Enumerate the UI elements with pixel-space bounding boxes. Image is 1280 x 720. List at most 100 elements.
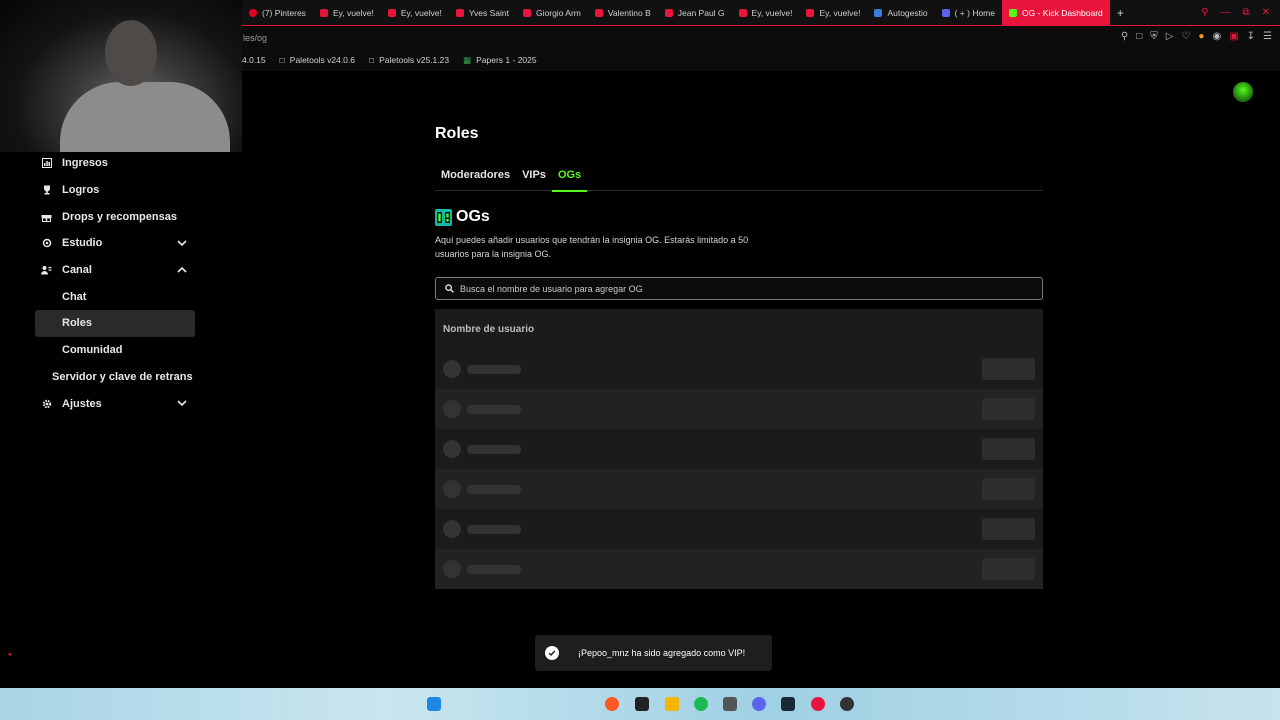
webcam-person-head xyxy=(105,20,157,86)
skeleton-avatar xyxy=(443,440,461,458)
url-field[interactable]: les/og xyxy=(243,33,267,43)
sidebar-item-ajustes[interactable]: Ajustes xyxy=(35,390,195,417)
roles-tabs: Moderadores VIPs OGs xyxy=(435,169,1043,192)
webcam-overlay xyxy=(0,0,242,152)
browser-tab-active[interactable]: OG - Kick Dashboard xyxy=(1002,0,1110,25)
tab-label: Valentino B xyxy=(607,7,651,18)
tab-favicon-icon xyxy=(594,8,603,17)
app-icon[interactable] xyxy=(840,697,854,711)
calculator-icon[interactable] xyxy=(723,697,737,711)
extension-icon[interactable]: ● xyxy=(1198,31,1204,42)
search-input[interactable] xyxy=(460,283,1020,294)
sidebar-item-label: Roles xyxy=(62,317,92,330)
tab-favicon-icon xyxy=(455,8,464,17)
main-content: Roles Moderadores VIPs OGs OGs Aquí pued… xyxy=(435,125,1043,589)
bookmark[interactable]: □ Paletools v25.1.23 xyxy=(369,55,449,65)
gift-icon xyxy=(41,211,52,222)
skeleton-avatar xyxy=(443,480,461,498)
lock-icon[interactable]: ▣ xyxy=(1229,31,1238,42)
search-icon[interactable]: ⚲ xyxy=(1201,7,1208,18)
discord-icon[interactable] xyxy=(752,697,766,711)
heart-icon[interactable]: ♡ xyxy=(1181,31,1190,42)
skeleton-avatar xyxy=(443,560,461,578)
og-badge-icon xyxy=(435,208,452,226)
skeleton-text xyxy=(467,565,521,574)
tab-favicon-icon xyxy=(387,8,396,17)
skeleton-button xyxy=(982,558,1035,580)
sidebar-item-chat[interactable]: Chat xyxy=(35,283,195,310)
bookmark[interactable]: □ Paletools v24.0.6 xyxy=(280,55,355,65)
sidebar-item-ingresos[interactable]: Ingresos xyxy=(35,150,195,177)
browser-tab[interactable]: Yves Saint xyxy=(449,0,516,25)
new-tab-icon[interactable]: + xyxy=(1110,0,1131,25)
app-icon[interactable] xyxy=(635,697,649,711)
tab-favicon-icon xyxy=(319,8,328,17)
gear-icon xyxy=(41,398,52,409)
chevron-down-icon[interactable] xyxy=(177,238,187,248)
tab-favicon-icon xyxy=(874,8,883,17)
tab-vips[interactable]: VIPs xyxy=(516,169,552,191)
sidebar-item-label: Drops y recompensas xyxy=(62,210,177,223)
bookmark-label: Paletools v25.1.23 xyxy=(379,55,450,65)
pin-icon[interactable]: ⚲ xyxy=(1121,31,1128,42)
browser-tab[interactable]: Jean Paul G xyxy=(658,0,732,25)
tab-favicon-icon xyxy=(738,8,747,17)
minimize-icon[interactable]: — xyxy=(1220,7,1230,18)
tab-label: Giorgio Arm xyxy=(536,7,581,18)
section-title: OGs xyxy=(456,208,490,225)
browser-tab[interactable]: Autogestio xyxy=(867,0,934,25)
skeleton-button xyxy=(982,478,1035,500)
table-row-skeleton xyxy=(435,429,1043,469)
sidebar-item-logros[interactable]: Logros xyxy=(35,177,195,204)
check-circle-icon xyxy=(545,646,559,660)
sidebar-item-drops[interactable]: Drops y recompensas xyxy=(35,203,195,230)
folder-icon[interactable] xyxy=(665,697,679,711)
app-icon[interactable] xyxy=(605,697,619,711)
sidebar-item-canal[interactable]: Canal xyxy=(35,257,195,284)
browser-tab[interactable]: Valentino B xyxy=(588,0,658,25)
close-icon[interactable]: ✕ xyxy=(1262,7,1270,18)
sidebar-item-roles[interactable]: Roles xyxy=(35,310,195,337)
opera-gx-icon[interactable] xyxy=(811,697,825,711)
section-header: OGs xyxy=(435,207,1043,227)
shield-icon[interactable]: ⛨ xyxy=(1150,31,1158,42)
table-row-skeleton xyxy=(435,509,1043,549)
start-icon[interactable] xyxy=(427,697,441,711)
skeleton-button xyxy=(982,438,1035,460)
browser-tab[interactable]: Ey, vuelve! xyxy=(799,0,867,25)
download-icon[interactable]: ↧ xyxy=(1247,31,1255,42)
user-avatar[interactable] xyxy=(1233,82,1253,102)
spotify-icon[interactable] xyxy=(694,697,708,711)
skeleton-button xyxy=(982,518,1035,540)
browser-tab[interactable]: Giorgio Arm xyxy=(516,0,588,25)
bookmark[interactable]: ▦ Papers 1 - 2025 xyxy=(463,55,537,66)
puzzle-icon[interactable]: ◉ xyxy=(1212,31,1221,42)
sidebar-item-label: Logros xyxy=(62,184,100,197)
menu-icon[interactable]: ☰ xyxy=(1263,31,1272,42)
sidebar-item-comunidad[interactable]: Comunidad xyxy=(35,337,195,364)
sidebar-item-estudio[interactable]: Estudio xyxy=(35,230,195,257)
pinterest-icon xyxy=(249,8,257,17)
screenshot-icon[interactable]: □ xyxy=(1136,31,1142,42)
tab-moderadores[interactable]: Moderadores xyxy=(435,169,516,191)
og-users-table: Nombre de usuario xyxy=(435,309,1043,589)
tab-ogs[interactable]: OGs xyxy=(551,169,588,192)
browser-tab[interactable]: Ey, vuelve! xyxy=(381,0,449,25)
chevron-down-icon[interactable] xyxy=(177,398,187,408)
browser-tab[interactable]: (7) Pinteres xyxy=(242,0,313,25)
steam-icon[interactable] xyxy=(781,697,795,711)
tab-favicon-icon xyxy=(941,8,950,17)
sidebar-item-servidor[interactable]: Servidor y clave de retrans xyxy=(35,364,195,391)
skeleton-text xyxy=(467,405,521,414)
browser-tab[interactable]: ( + ) Home xyxy=(935,0,1002,25)
browser-tab[interactable]: Ey, vuelve! xyxy=(313,0,381,25)
sidebar-item-label: Chat xyxy=(62,290,87,303)
bookmark[interactable]: 4.0.15 xyxy=(242,55,266,65)
sheets-icon: ▦ xyxy=(463,54,472,65)
skeleton-text xyxy=(467,525,521,534)
browser-tab[interactable]: Ey, vuelve! xyxy=(732,0,800,25)
play-icon[interactable]: ▷ xyxy=(1166,31,1174,42)
chevron-up-icon[interactable] xyxy=(177,265,187,275)
restore-icon[interactable]: ⧉ xyxy=(1242,7,1249,18)
skeleton-avatar xyxy=(443,400,461,418)
